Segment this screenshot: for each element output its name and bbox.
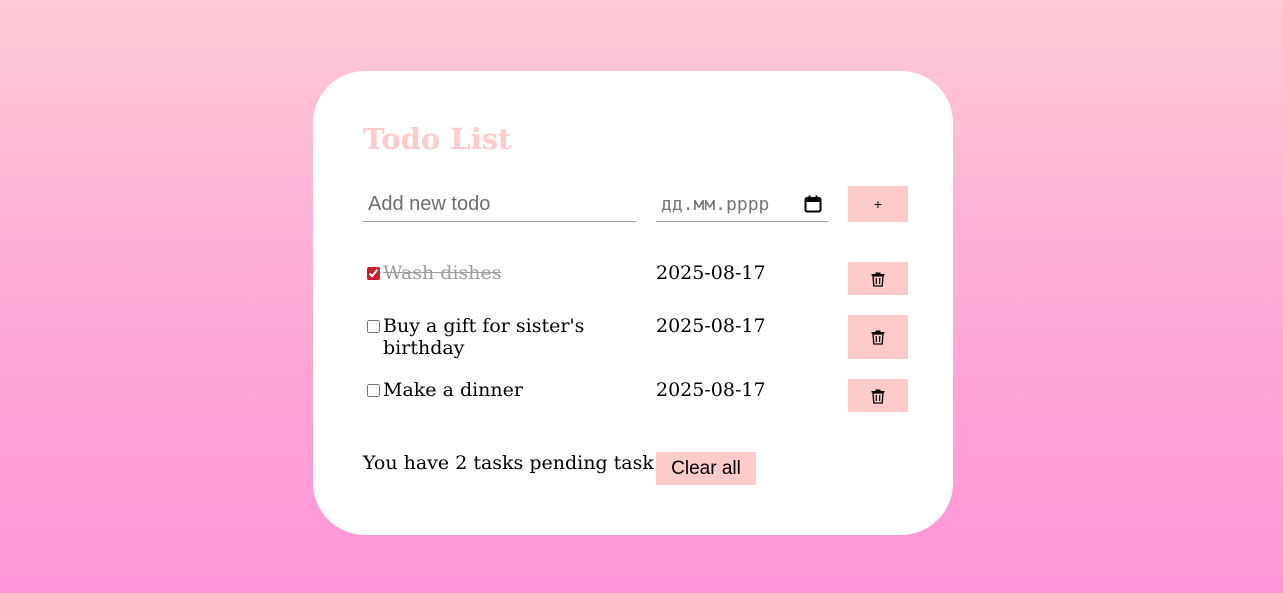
todo-checkbox[interactable] <box>367 320 380 333</box>
trash-icon <box>870 329 886 345</box>
todo-card: Todo List дд.мм.рррр + Wash dishes 2025-… <box>313 71 953 535</box>
todo-input[interactable] <box>363 187 636 222</box>
delete-todo-button[interactable] <box>848 379 908 412</box>
todo-item: Wash dishes 2025-08-17 <box>363 262 908 304</box>
todo-date: 2025-08-17 <box>656 315 766 337</box>
clear-all-button[interactable]: Clear all <box>656 452 756 485</box>
todo-text: Make a dinner <box>383 379 523 401</box>
todo-checkbox[interactable] <box>367 267 380 280</box>
date-input[interactable]: дд.мм.рррр <box>656 187 828 222</box>
delete-todo-button[interactable] <box>848 262 908 295</box>
add-todo-button[interactable]: + <box>848 186 908 222</box>
todo-item: Make a dinner 2025-08-17 <box>363 379 908 421</box>
delete-todo-button[interactable] <box>848 315 908 359</box>
todo-text: Wash dishes <box>383 262 502 284</box>
trash-icon <box>870 271 886 287</box>
todo-date: 2025-08-17 <box>656 262 766 284</box>
pending-count-text: You have 2 tasks pending task <box>363 452 654 474</box>
date-placeholder: дд.мм.рррр <box>661 193 770 215</box>
todo-item: Buy a gift for sister's birthday 2025-08… <box>363 315 908 367</box>
todo-text: Buy a gift for sister's birthday <box>383 315 585 359</box>
page-title: Todo List <box>363 122 512 156</box>
calendar-icon[interactable] <box>804 195 822 213</box>
todo-checkbox[interactable] <box>367 384 380 397</box>
todo-date: 2025-08-17 <box>656 379 766 401</box>
trash-icon <box>870 388 886 404</box>
